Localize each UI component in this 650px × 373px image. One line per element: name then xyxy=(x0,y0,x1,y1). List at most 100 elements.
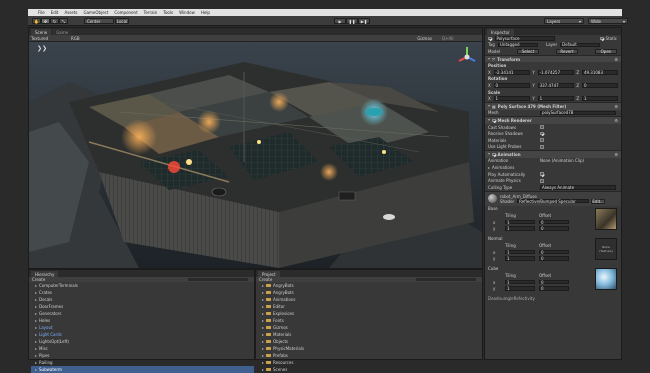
tab-game[interactable]: Game xyxy=(52,29,73,35)
hierarchy-item[interactable]: Light Cards xyxy=(31,331,254,338)
project-folder[interactable]: Editor xyxy=(258,303,482,310)
position-y-field[interactable]: -1.074257 xyxy=(537,70,574,75)
menu-edit[interactable]: Edit xyxy=(51,10,59,15)
material-header[interactable]: robot_Arm_Diffuse Shader Reflective/Bump… xyxy=(485,190,621,206)
cube-tiling-x-field[interactable]: 1 xyxy=(505,280,535,285)
scale-x-field[interactable]: 1 xyxy=(493,96,530,101)
expand-arrow-icon[interactable] xyxy=(35,347,37,350)
expand-arrow-icon[interactable] xyxy=(262,333,264,336)
play-button[interactable]: ▶ xyxy=(334,18,346,24)
tab-inspector[interactable]: Inspector xyxy=(487,29,514,35)
tab-scene[interactable]: Scene xyxy=(31,29,52,35)
expand-arrow-icon[interactable] xyxy=(35,354,37,357)
expand-arrow-icon[interactable] xyxy=(35,291,37,294)
culling-type-dropdown[interactable]: Always Animate xyxy=(540,185,616,190)
project-folder[interactable]: Gizmos xyxy=(258,324,482,331)
space-toggle[interactable]: Local xyxy=(115,18,129,24)
expand-arrow-icon[interactable] xyxy=(35,319,37,322)
hierarchy-item[interactable]: Decals xyxy=(31,296,254,303)
expand-arrow-icon[interactable] xyxy=(35,368,37,371)
normal-tiling-x-field[interactable]: 1 xyxy=(505,250,535,255)
layout-dropdown[interactable]: Wide ▾ xyxy=(588,18,628,24)
gizmos-dropdown[interactable]: Gizmos xyxy=(417,36,432,41)
base-offset-y-field[interactable]: 0 xyxy=(539,226,569,231)
scale-tool-icon[interactable]: ⤡ xyxy=(59,18,68,24)
hand-tool-icon[interactable]: ✋ xyxy=(32,18,41,24)
hierarchy-create-button[interactable]: Create xyxy=(32,277,45,282)
hierarchy-item[interactable]: DoorFrames xyxy=(31,303,254,310)
expand-arrow-icon[interactable] xyxy=(35,326,37,329)
cube-offset-x-field[interactable]: 0 xyxy=(539,280,569,285)
base-texture-thumbnail[interactable] xyxy=(595,207,617,230)
expand-arrow-icon[interactable] xyxy=(262,347,264,350)
normal-tiling-y-field[interactable]: 1 xyxy=(505,256,535,261)
scene-viewport[interactable]: ❯❯ xyxy=(29,42,482,268)
mesh-renderer-row-checkbox[interactable] xyxy=(540,131,544,136)
scene-search-field[interactable]: Q+All xyxy=(442,36,482,41)
animation-header[interactable]: Animation ⚙ xyxy=(485,150,621,158)
pause-button[interactable]: ❚❚ xyxy=(346,18,358,24)
normal-offset-y-field[interactable]: 0 xyxy=(539,256,569,261)
gear-icon[interactable]: ⚙ xyxy=(614,118,618,123)
menu-help[interactable]: Help xyxy=(201,10,210,15)
rotation-z-field[interactable]: 0 xyxy=(581,83,618,88)
expand-arrow-icon[interactable] xyxy=(35,361,37,364)
expand-arrow-icon[interactable] xyxy=(262,326,264,329)
material-edit-button[interactable]: Edit... xyxy=(591,198,606,204)
animation-clip-field[interactable]: None (Animation Clip) xyxy=(540,158,584,163)
shader-dropdown[interactable]: Reflective/Bumped Specular xyxy=(517,199,590,204)
project-folder[interactable]: Explosions xyxy=(258,310,482,317)
layers-dropdown[interactable]: Layers ▾ xyxy=(544,18,584,24)
menu-terrain[interactable]: Terrain xyxy=(144,10,158,15)
project-folder[interactable]: Resources xyxy=(258,359,482,366)
project-folder[interactable]: Materials xyxy=(258,331,482,338)
hierarchy-item[interactable]: ComputerTerminals xyxy=(31,282,254,289)
move-tool-icon[interactable]: ✥ xyxy=(41,18,50,24)
menu-gameobject[interactable]: GameObject xyxy=(83,10,108,15)
project-folder[interactable]: Prefabs xyxy=(258,352,482,359)
prefab-open-button[interactable]: Open xyxy=(594,48,617,54)
orientation-gizmo[interactable] xyxy=(457,46,477,68)
normal-texture-thumbnail[interactable]: None (Texture) xyxy=(595,237,617,260)
project-folder[interactable]: Animations xyxy=(258,296,482,303)
rotation-x-field[interactable]: 0 xyxy=(493,83,530,88)
project-search-field[interactable] xyxy=(416,278,476,281)
mesh-field[interactable]: polySurface478 xyxy=(540,110,616,115)
cube-texture-thumbnail[interactable] xyxy=(595,267,617,290)
gear-icon[interactable]: ⚙ xyxy=(614,152,618,157)
gear-icon[interactable]: ⚙ xyxy=(614,104,618,109)
base-offset-x-field[interactable]: 0 xyxy=(539,220,569,225)
mesh-renderer-enabled-checkbox[interactable] xyxy=(492,118,496,123)
project-folder[interactable]: Fonts xyxy=(258,317,482,324)
pivot-toggle[interactable]: Center xyxy=(84,18,114,24)
project-folder[interactable]: PhysicMaterials xyxy=(258,345,482,352)
expand-arrow-icon[interactable] xyxy=(35,333,37,336)
base-tiling-y-field[interactable]: 1 xyxy=(505,226,535,231)
play-automatically-checkbox[interactable] xyxy=(540,172,544,176)
expand-arrow-icon[interactable] xyxy=(262,340,264,343)
cube-offset-y-field[interactable]: 0 xyxy=(539,286,569,291)
project-folder[interactable]: AngryBots xyxy=(258,289,482,296)
project-folder[interactable]: Scenes xyxy=(258,366,482,373)
transform-header[interactable]: ⤧ Transform ⚙ xyxy=(485,54,621,63)
project-folder[interactable]: AngryBots xyxy=(258,282,482,289)
animate-physics-checkbox[interactable] xyxy=(540,179,544,183)
hierarchy-search-field[interactable] xyxy=(188,278,248,281)
scale-z-field[interactable]: 1 xyxy=(581,96,618,101)
static-checkbox[interactable] xyxy=(600,36,604,41)
position-x-field[interactable]: -2.34141 xyxy=(493,70,530,75)
active-checkbox[interactable] xyxy=(488,36,492,41)
mesh-renderer-header[interactable]: Mesh Renderer ⚙ xyxy=(485,116,621,124)
position-z-field[interactable]: 49.31083 xyxy=(581,70,618,75)
expand-arrow-icon[interactable] xyxy=(262,368,264,371)
project-create-button[interactable]: Create xyxy=(259,277,272,282)
hierarchy-item[interactable]: Generators xyxy=(31,310,254,317)
rotate-tool-icon[interactable]: ↻ xyxy=(50,18,59,24)
hierarchy-item[interactable]: Crates xyxy=(31,289,254,296)
prefab-revert-button[interactable]: Revert xyxy=(555,48,578,54)
rotation-y-field[interactable]: 337.4747 xyxy=(537,83,574,88)
mesh-renderer-row-checkbox[interactable] xyxy=(540,125,544,129)
hierarchy-item[interactable]: LightsOpt(Left) xyxy=(31,338,254,345)
menu-assets[interactable]: Assets xyxy=(64,10,77,15)
expand-arrow-icon[interactable] xyxy=(35,305,37,308)
